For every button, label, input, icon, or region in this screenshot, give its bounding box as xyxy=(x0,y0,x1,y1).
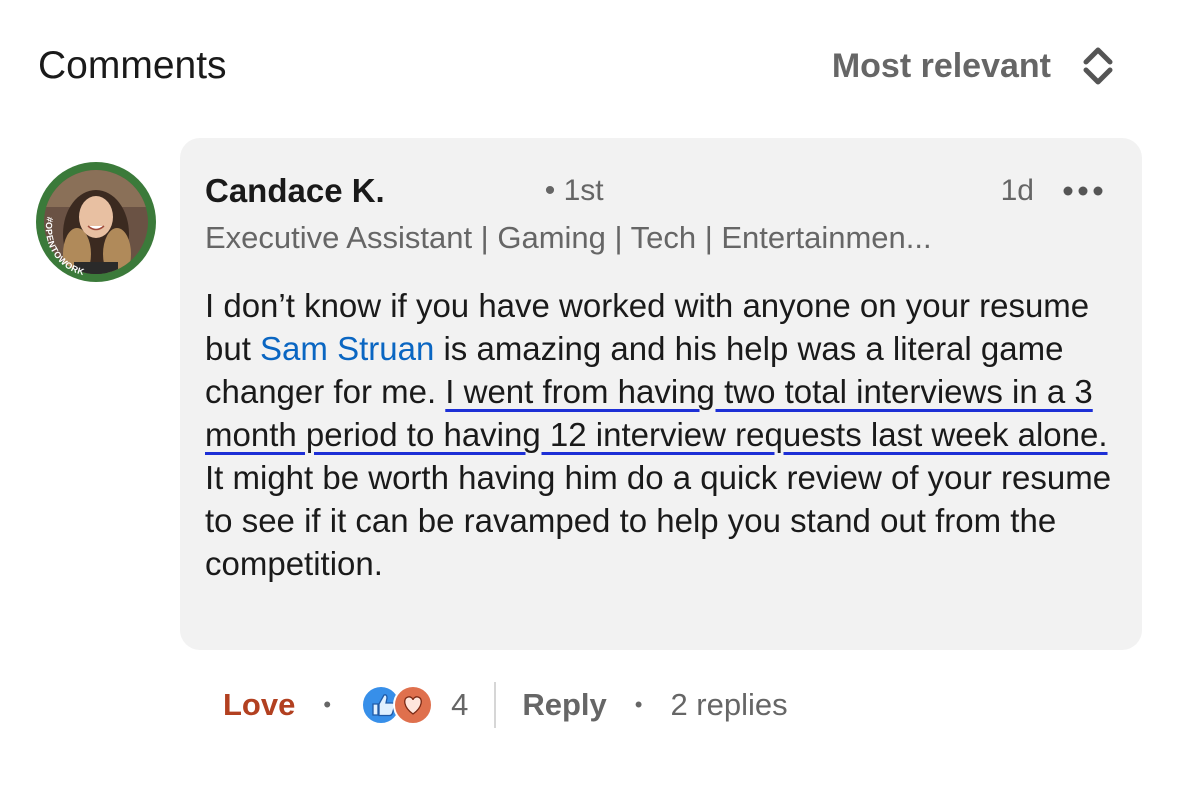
separator-dot: • xyxy=(634,692,643,717)
reactions-summary[interactable]: 4 xyxy=(359,683,468,727)
author-headline: Executive Assistant | Gaming | Tech | En… xyxy=(205,220,932,255)
mention-link[interactable]: Sam Struan xyxy=(260,330,434,367)
author-name[interactable]: Candace K. xyxy=(205,172,385,210)
comment-text: I don’t know if you have worked with any… xyxy=(205,284,1122,585)
love-button[interactable]: Love xyxy=(223,687,295,723)
comments-header: Comments Most relevant xyxy=(38,40,1115,92)
reaction-count: 4 xyxy=(451,687,469,722)
separator-dot: • xyxy=(323,692,332,717)
comment-meta: Candace K. • 1st 1d xyxy=(205,170,1104,212)
avatar-photo: #OPENTOWORK xyxy=(36,162,156,282)
chevron-up-down-icon xyxy=(1083,47,1113,85)
reply-button[interactable]: Reply xyxy=(522,687,606,723)
comments-title: Comments xyxy=(38,44,227,87)
sort-dropdown[interactable]: Most relevant xyxy=(832,43,1115,89)
reaction-icons xyxy=(361,685,434,725)
love-reaction-icon xyxy=(393,685,434,725)
sort-label: Most relevant xyxy=(831,46,1051,85)
comment-time: 1d xyxy=(1000,174,1034,207)
more-horizontal-icon[interactable] xyxy=(1062,185,1104,197)
comment-bubble: Candace K. • 1st 1d Executive Assistant … xyxy=(180,138,1142,650)
avatar[interactable]: #OPENTOWORK xyxy=(36,162,156,282)
comment-text-part: It might be worth having him do a quick … xyxy=(205,459,1112,582)
comment-actions: Love • 4 Reply • 2 replies xyxy=(223,680,788,730)
action-divider xyxy=(494,682,497,728)
connection-degree: • 1st xyxy=(544,174,604,207)
replies-link[interactable]: 2 replies xyxy=(670,687,787,723)
